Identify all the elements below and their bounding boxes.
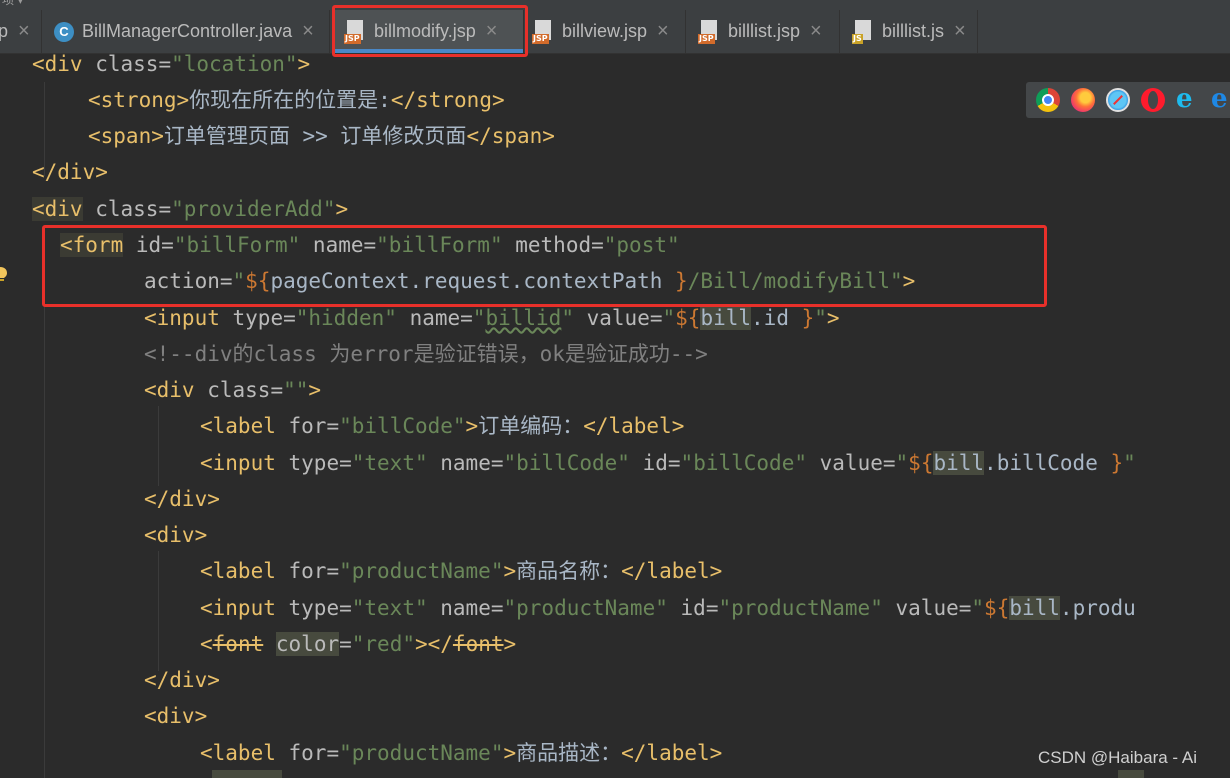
java-class-icon: C (54, 21, 74, 42)
code-line: <div class=""> (144, 378, 322, 402)
code-line: <input type="text" name="productName" id… (200, 596, 1136, 620)
edge-icon[interactable]: e (1211, 86, 1230, 112)
safari-icon[interactable] (1106, 88, 1130, 112)
code-line: </div> (144, 487, 220, 511)
next-line-highlight (1118, 770, 1144, 778)
close-icon[interactable]: × (954, 20, 966, 43)
tab-label: billmodify.jsp (374, 21, 476, 41)
tab-billlist-jsp[interactable]: JSP billlist.jsp × (686, 10, 840, 53)
jsp-file-icon: JSP (698, 19, 720, 44)
indent-guide (44, 226, 45, 778)
editor-tab-bar: p × C BillManagerController.java × JSP b… (0, 10, 1230, 54)
jsp-file-icon: JSP (344, 19, 366, 44)
code-line: <div> (144, 523, 208, 547)
code-line: <label for="productName">商品名称：</label> (200, 559, 723, 583)
code-line: <span>订单管理页面 >> 订单修改页面</span> (88, 124, 555, 148)
tab-label: p (0, 21, 9, 41)
code-line: </div> (32, 160, 108, 184)
watermark: CSDN @Haibara - Ai (1038, 748, 1197, 767)
active-tab-indicator (332, 49, 523, 53)
browser-preview-bar: e e (1026, 82, 1230, 118)
close-icon[interactable]: × (486, 20, 498, 43)
indent-guide (158, 551, 159, 671)
project-title-text: 项 ▾ (2, 0, 24, 7)
tab-billmodify-jsp[interactable]: JSP billmodify.jsp × (332, 10, 524, 53)
code-line: <div> (144, 704, 208, 728)
tab-label: billlist.js (882, 21, 945, 41)
ie-icon[interactable]: e (1176, 86, 1200, 112)
code-editor[interactable]: <div class="location"> <strong>你现在所在的位置是… (0, 54, 1230, 778)
code-line: <font color="red"></font> (200, 632, 517, 656)
indent-guide (158, 406, 159, 486)
js-file-icon: JS (852, 19, 874, 44)
code-line: <input type="text" name="billCode" id="b… (200, 451, 1136, 475)
jsp-file-icon: JSP (532, 19, 554, 44)
code-line: <form id="billForm" name="billForm" meth… (60, 233, 680, 257)
tab-billlist-js[interactable]: JS billlist.js × (840, 10, 978, 53)
close-icon[interactable]: × (302, 20, 314, 43)
code-line: <strong>你现在所在的位置是:</strong> (88, 88, 505, 112)
code-line: <div class="providerAdd"> (32, 197, 349, 221)
lightbulb-icon[interactable] (0, 266, 8, 282)
tab-p[interactable]: p × (0, 10, 42, 53)
firefox-icon[interactable] (1071, 88, 1095, 112)
project-title-strip: 项 ▾ (0, 0, 1230, 10)
next-line-highlight (212, 770, 282, 778)
code-line: action="${pageContext.request.contextPat… (144, 269, 916, 293)
close-icon[interactable]: × (18, 20, 30, 43)
code-line: <label for="productName">商品描述：</label> (200, 741, 723, 765)
code-line: <label for="billCode">订单编码：</label> (200, 414, 685, 438)
code-line: <div class="location"> (32, 54, 311, 76)
tab-billview-jsp[interactable]: JSP billview.jsp × (524, 10, 686, 53)
tab-billmanagercontroller-java[interactable]: C BillManagerController.java × (42, 10, 330, 53)
code-line: <input type="hidden" name="billid" value… (144, 306, 840, 330)
tab-label: billview.jsp (562, 21, 648, 41)
opera-icon[interactable] (1141, 88, 1165, 112)
close-icon[interactable]: × (810, 20, 822, 43)
tab-label: billlist.jsp (728, 21, 801, 41)
chrome-icon[interactable] (1036, 88, 1060, 112)
close-icon[interactable]: × (657, 20, 669, 43)
code-line: <!--div的class 为error是验证错误，ok是验证成功--> (144, 342, 708, 366)
tab-label: BillManagerController.java (82, 21, 293, 41)
code-line: </div> (144, 668, 220, 692)
